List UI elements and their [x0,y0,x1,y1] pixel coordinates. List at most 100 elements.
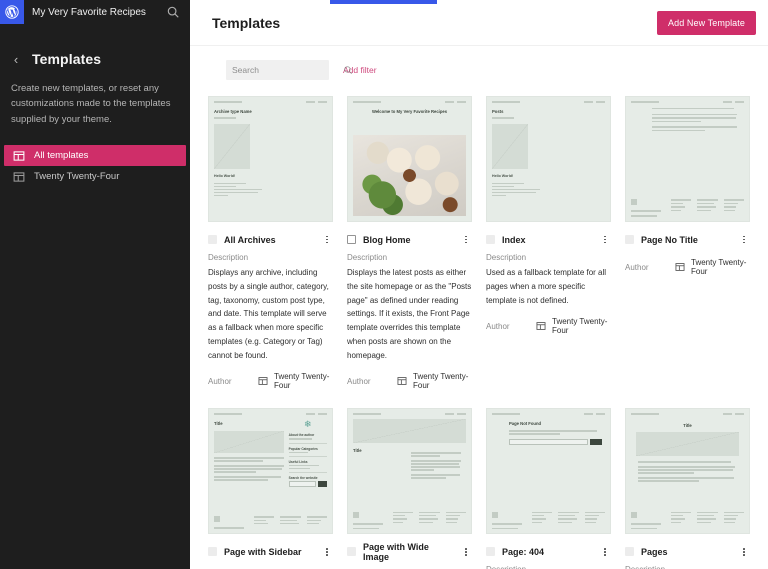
template-preview[interactable]: Title [347,408,472,535]
template-checkbox[interactable] [347,235,356,244]
description-label: Description [208,253,249,262]
template-title: All Archives [224,234,276,245]
description-label: Description [486,560,611,569]
preview-heading: Title [214,421,223,427]
card-title-row: Pages [625,534,750,560]
sidebar: My Very Favorite Recipes ‹ Templates Cre… [0,0,190,569]
add-new-template-button[interactable]: Add New Template [657,10,756,35]
author-name: Twenty Twenty-Four [413,372,469,391]
template-description: Displays any archive, including posts by… [208,268,329,360]
template-checkbox[interactable] [208,235,217,244]
sidebar-section-title: Templates [32,51,102,67]
card-title-row: Page: 404 [486,534,611,560]
more-options-icon[interactable] [321,233,333,247]
search-box[interactable] [226,60,353,80]
template-preview[interactable]: Title ❄ About the author Popular Categor… [208,408,333,535]
template-icon [536,321,546,331]
preview-subheading: Hello World! [214,173,236,178]
template-preview[interactable]: Posts Hello World! [486,96,611,222]
more-options-icon[interactable] [738,545,750,559]
page-title: Templates [212,14,281,31]
template-preview[interactable]: Page Not Found [486,408,611,535]
template-preview[interactable]: Title [625,408,750,535]
template-preview[interactable]: Welcome to My Very Favorite Recipes [347,96,472,222]
templates-scroll-area[interactable]: Archive type Name Hello World! All Archi… [190,86,768,569]
card-title-row: Blog Home [347,222,472,248]
template-icon [675,262,685,272]
author-name: Twenty Twenty-Four [691,258,747,276]
templates-grid: Archive type Name Hello World! All Archi… [208,96,750,569]
template-card: Title ❄ About the author Popular Categor… [208,408,333,569]
preview-food-photo [353,135,466,216]
preview-footer [626,199,749,217]
sidebar-item-all-templates[interactable]: All templates [4,145,186,167]
template-card: Page Not Found Page: 404 [486,408,611,569]
author-name: Twenty Twenty-Four [552,317,608,336]
sidebar-description: Create new templates, or reset any custo… [11,83,171,125]
template-card: Title [347,408,472,569]
template-card: Page No Title Author Twenty Twenty-Four [625,96,750,390]
author-row: Author Twenty Twenty-Four [208,362,333,390]
template-checkbox[interactable] [486,547,495,557]
preview-footer [626,511,749,530]
filter-row: Add filter [190,54,768,86]
template-card: Welcome to My Very Favorite Recipes Blog… [347,96,472,390]
preview-footer [348,511,471,530]
more-options-icon[interactable] [461,545,473,559]
card-title-row: Index [486,222,611,248]
sidebar-item-twenty-twenty-four[interactable]: Twenty Twenty-Four [4,166,186,187]
template-checkbox[interactable] [347,547,356,557]
search-input[interactable] [232,65,343,75]
template-description: Used as a fallback template for all page… [486,268,607,305]
more-options-icon[interactable] [460,233,472,247]
template-title: Index [502,234,526,245]
preview-navbar [348,409,471,416]
more-options-icon[interactable] [599,233,611,247]
template-preview[interactable] [625,96,750,222]
template-checkbox[interactable] [486,235,495,244]
preview-footer [209,516,332,530]
template-card: Archive type Name Hello World! All Archi… [208,96,333,390]
template-card: Posts Hello World! Index Description Use… [486,96,611,390]
author-row: Author Twenty Twenty-Four [625,248,750,276]
more-options-icon[interactable] [738,233,750,247]
card-title-row: Page with Wide Image [347,534,473,562]
author-row: Author Twenty Twenty-Four [486,307,611,335]
preview-heading: Title [683,423,692,429]
site-bar: My Very Favorite Recipes [0,0,190,24]
chevron-left-icon[interactable]: ‹ [10,53,22,66]
template-title: Page No Title [641,234,698,245]
template-checkbox[interactable] [625,235,634,244]
template-preview[interactable]: Archive type Name Hello World! [208,96,333,222]
author-label: Author [625,262,649,272]
sidebar-item-label: Twenty Twenty-Four [34,171,120,183]
preview-heading: Welcome to My Very Favorite Recipes [371,109,448,114]
preview-heading: Page Not Found [509,421,542,427]
template-card: Title [625,408,750,569]
template-checkbox[interactable] [625,547,634,557]
template-icon [258,376,268,386]
sidebar-item-label: All templates [34,150,89,162]
browser-focus-indicator [330,0,437,4]
description-label: Description [625,560,750,569]
template-title: Pages [641,546,668,557]
preview-subheading: Hello World! [492,173,514,178]
author-name: Twenty Twenty-Four [274,372,330,391]
search-icon[interactable] [166,5,180,19]
wordpress-logo-icon[interactable] [0,0,24,24]
card-title-row: All Archives [208,222,333,248]
author-label: Author [208,376,232,386]
search-icon[interactable] [343,65,353,75]
more-options-icon[interactable] [599,545,611,559]
template-checkbox[interactable] [208,547,217,557]
more-options-icon[interactable] [321,545,333,559]
author-label: Author [347,376,371,386]
template-icon [13,150,25,162]
main-content: Templates Add New Template Add filter [190,0,768,569]
sidebar-nav: All templates Twenty Twenty-Four [0,145,190,187]
preview-decoration-icon: ❄ [304,419,312,430]
description-label: Description [347,253,388,262]
preview-heading: Posts [492,109,504,114]
preview-heading: Archive type Name [214,109,252,114]
template-icon [13,171,25,183]
